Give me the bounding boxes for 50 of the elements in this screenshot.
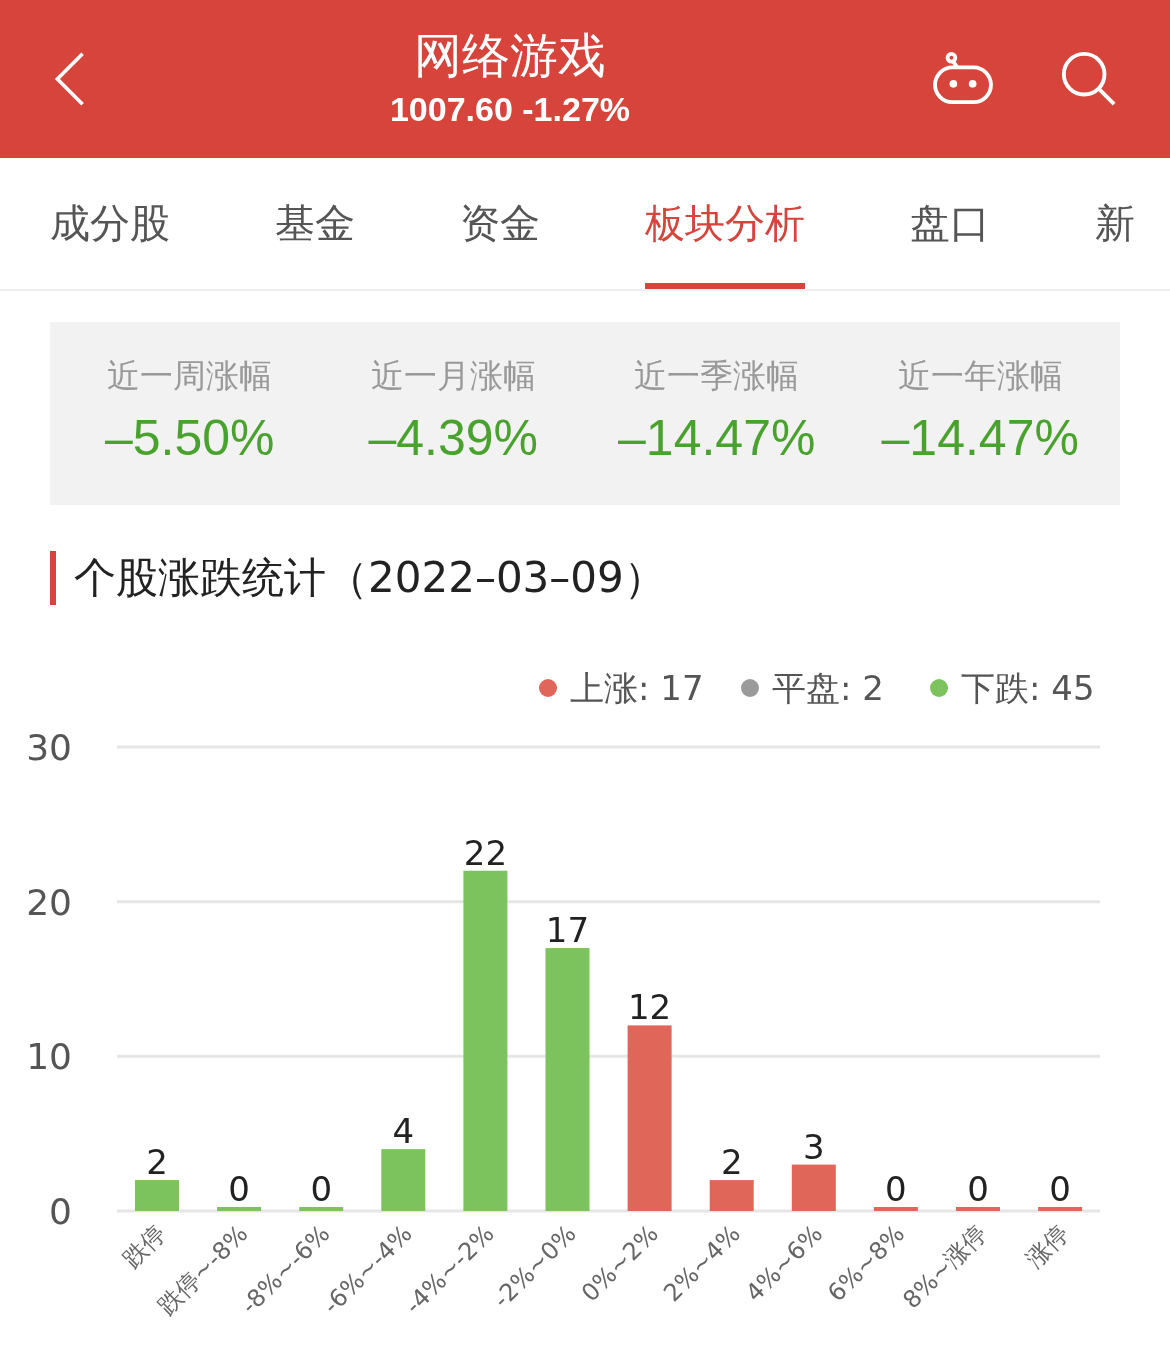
legend-item: 下跌: 45 xyxy=(930,668,1095,708)
section-marker xyxy=(50,551,56,605)
stat-value: –14.47% xyxy=(618,409,816,467)
data-label: 12 xyxy=(627,987,672,1028)
stat-label: 近一月涨幅 xyxy=(370,355,536,397)
tab[interactable]: 板块分析 xyxy=(645,158,805,289)
stat-value: –4.39% xyxy=(368,409,539,467)
zero-stub xyxy=(956,1207,1000,1211)
stat-value: –14.47% xyxy=(881,409,1079,467)
data-label: 3 xyxy=(803,1126,825,1167)
stat-value: –5.50% xyxy=(104,409,275,467)
axis-tick: 0 xyxy=(49,1191,72,1232)
data-label: 0 xyxy=(885,1169,907,1209)
legend-item: 平盘: 2 xyxy=(741,668,884,708)
bar xyxy=(135,1180,179,1211)
axis-label: 跌停 xyxy=(117,1219,172,1274)
tab[interactable]: 成分股 xyxy=(50,158,170,289)
stat-label: 近一年涨幅 xyxy=(897,355,1063,397)
zero-stub xyxy=(1038,1207,1083,1211)
data-label: 2 xyxy=(146,1142,168,1183)
bar xyxy=(709,1180,754,1211)
section-title: 个股涨跌统计（2022–03–09） xyxy=(74,552,666,604)
index-quote: 1007.60 -1.27% xyxy=(389,89,631,130)
zero-stub xyxy=(873,1207,918,1211)
axis-tick: 20 xyxy=(26,881,72,923)
zero-stub xyxy=(299,1207,344,1211)
data-label: 0 xyxy=(310,1169,332,1209)
axis-tick: 30 xyxy=(26,727,72,768)
data-label: 2 xyxy=(720,1142,743,1183)
tab[interactable]: 基金 xyxy=(275,158,355,289)
legend-item: 上涨: 17 xyxy=(539,668,704,708)
bar xyxy=(791,1164,836,1211)
axis-tick: 10 xyxy=(26,1036,72,1078)
page-title: 网络游戏 xyxy=(414,26,606,85)
data-label: 0 xyxy=(967,1169,989,1209)
stat-label: 近一周涨幅 xyxy=(107,355,273,397)
robot-icon[interactable] xyxy=(932,52,994,106)
axis-label: 涨停 xyxy=(1020,1219,1075,1274)
data-label: 17 xyxy=(545,910,590,951)
data-label: 0 xyxy=(1049,1169,1071,1209)
bar xyxy=(381,1149,426,1211)
data-label: 0 xyxy=(228,1169,250,1209)
search-icon[interactable] xyxy=(1060,50,1118,108)
tab[interactable]: 盘口 xyxy=(910,158,990,289)
stat-label: 近一季涨幅 xyxy=(634,355,800,397)
tab[interactable]: 新 xyxy=(1095,158,1135,289)
data-label: 22 xyxy=(463,832,508,873)
zero-stub xyxy=(217,1207,262,1211)
tab[interactable]: 资金 xyxy=(460,158,540,289)
data-label: 4 xyxy=(392,1111,415,1152)
